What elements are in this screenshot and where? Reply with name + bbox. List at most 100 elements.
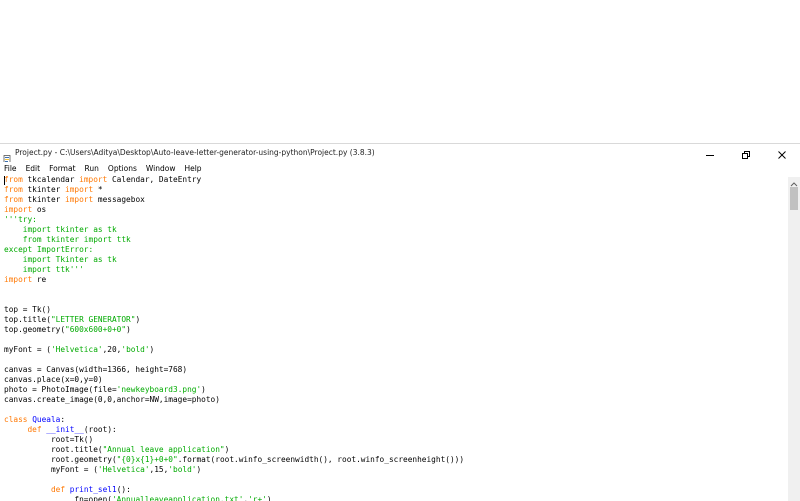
code-token: import tkinter as tk [4, 225, 117, 234]
code-token: import [65, 195, 94, 204]
restore-button[interactable] [728, 144, 764, 164]
code-token: re [32, 275, 47, 284]
menu-file[interactable]: File [4, 164, 17, 173]
code-token: ) [149, 345, 155, 354]
code-token: root.title( [4, 445, 103, 454]
code-line: root=Tk() [4, 435, 464, 445]
code-line: import ttk''' [4, 265, 464, 275]
code-token: from tkinter import ttk [4, 235, 131, 244]
window-title: Project.py - C:\Users\Aditya\Desktop\Aut… [15, 148, 375, 157]
code-token: import [4, 275, 33, 284]
text-cursor [4, 176, 5, 185]
code-line: photo = PhotoImage(file='newkeyboard3.pn… [4, 385, 464, 395]
code-token: ) [135, 315, 141, 324]
code-token: from [4, 175, 23, 184]
close-button[interactable] [764, 144, 800, 164]
code-line: from tkinter import ttk [4, 235, 464, 245]
code-token: import Tkinter as tk [4, 255, 117, 264]
code-token: "LETTER GENERATOR" [50, 315, 136, 324]
code-token: 'bold' [168, 465, 197, 474]
code-token: root.geometry( [4, 455, 117, 464]
code-token: 'newkeyboard3.png' [116, 385, 202, 394]
code-token: .format(root.winfo_screenwidth(), root.w… [177, 455, 465, 464]
code-token: myFont = ( [4, 465, 98, 474]
code-line: import re [4, 275, 464, 285]
code-token: top = Tk() [4, 305, 51, 314]
code-token: def [27, 425, 42, 434]
code-token: messagebox [93, 195, 145, 204]
code-line: '''try: [4, 215, 464, 225]
code-line: top.title("LETTER GENERATOR") [4, 315, 464, 325]
code-token: "Annual leave application" [102, 445, 225, 454]
code-token: ) [126, 325, 131, 334]
code-token: (): [116, 485, 131, 494]
title-bar[interactable]: Project.py - C:\Users\Aditya\Desktop\Aut… [0, 144, 800, 164]
menu-edit[interactable]: Edit [26, 164, 41, 173]
code-line: class Queala: [4, 415, 464, 425]
code-token: root=Tk() [4, 435, 94, 444]
menu-run[interactable]: Run [85, 164, 99, 173]
code-token: * [93, 185, 103, 194]
vertical-scrollbar[interactable] [788, 177, 800, 501]
code-token: 'bold' [121, 345, 150, 354]
code-token: import [65, 185, 94, 194]
minimize-button[interactable] [692, 144, 728, 164]
code-token: ) [266, 495, 272, 501]
menu-help[interactable]: Help [184, 164, 201, 173]
minimize-icon [705, 145, 715, 164]
code-token: '''try: [4, 215, 37, 224]
code-line: canvas.place(x=0,y=0) [4, 375, 464, 385]
code-line: from tkinter import * [4, 185, 464, 195]
code-line: fn=open('Annualleaveapplication.txt','r+… [4, 495, 464, 501]
code-token: ,15, [149, 465, 169, 474]
code-line: canvas = Canvas(width=1366, height=768) [4, 365, 464, 375]
code-line: myFont = ('Helvetica',20,'bold') [4, 345, 464, 355]
code-token: ) [196, 465, 202, 474]
idle-editor-window: Project.py - C:\Users\Aditya\Desktop\Aut… [0, 143, 800, 501]
code-token: "{0}x{1}+0+0" [116, 455, 178, 464]
window-controls [692, 144, 800, 164]
code-token: canvas.create_image(0,0,anchor=NW,image=… [4, 395, 220, 404]
code-line: def __init__(root): [4, 425, 464, 435]
python-file-icon [3, 149, 12, 164]
code-token: canvas.place(x=0,y=0) [4, 375, 103, 384]
code-line: root.title("Annual leave application") [4, 445, 464, 455]
menu-format[interactable]: Format [49, 164, 75, 173]
scrollbar-thumb[interactable] [790, 187, 798, 210]
code-token: Calendar, DateEntry [107, 175, 202, 184]
code-line: def print_sel1(): [4, 485, 464, 495]
code-line: canvas.create_image(0,0,anchor=NW,image=… [4, 395, 464, 405]
code-token: fn=open( [4, 495, 112, 501]
code-line: import Tkinter as tk [4, 255, 464, 265]
code-line: except ImportError: [4, 245, 464, 255]
code-token: import [79, 175, 108, 184]
code-token: canvas = Canvas(width=1366, height=768) [4, 365, 188, 374]
code-line: top = Tk() [4, 305, 464, 315]
code-token: photo = PhotoImage(file= [4, 385, 117, 394]
code-line: import tkinter as tk [4, 225, 464, 235]
code-token: __init__ [46, 425, 84, 434]
code-token: from [4, 185, 23, 194]
code-line: root.geometry("{0}x{1}+0+0".format(root.… [4, 455, 464, 465]
code-token: "600x600+0+0" [65, 325, 127, 334]
menu-options[interactable]: Options [108, 164, 137, 173]
desktop-background [0, 0, 800, 143]
code-token: class [4, 415, 28, 424]
code-line: import os [4, 205, 464, 215]
code-editor[interactable]: from tkcalendar import Calendar, DateEnt… [0, 175, 787, 501]
scroll-up-button[interactable] [788, 177, 800, 187]
code-token: top.geometry( [4, 325, 66, 334]
code-token: import [4, 205, 33, 214]
menu-bar: File Edit Format Run Options Window Help [0, 162, 800, 175]
code-token: import ttk''' [4, 265, 84, 274]
code-line: myFont = ('Helvetica',15,'bold') [4, 465, 464, 475]
code-text-area[interactable]: from tkcalendar import Calendar, DateEnt… [4, 175, 464, 501]
menu-window[interactable]: Window [146, 164, 176, 173]
